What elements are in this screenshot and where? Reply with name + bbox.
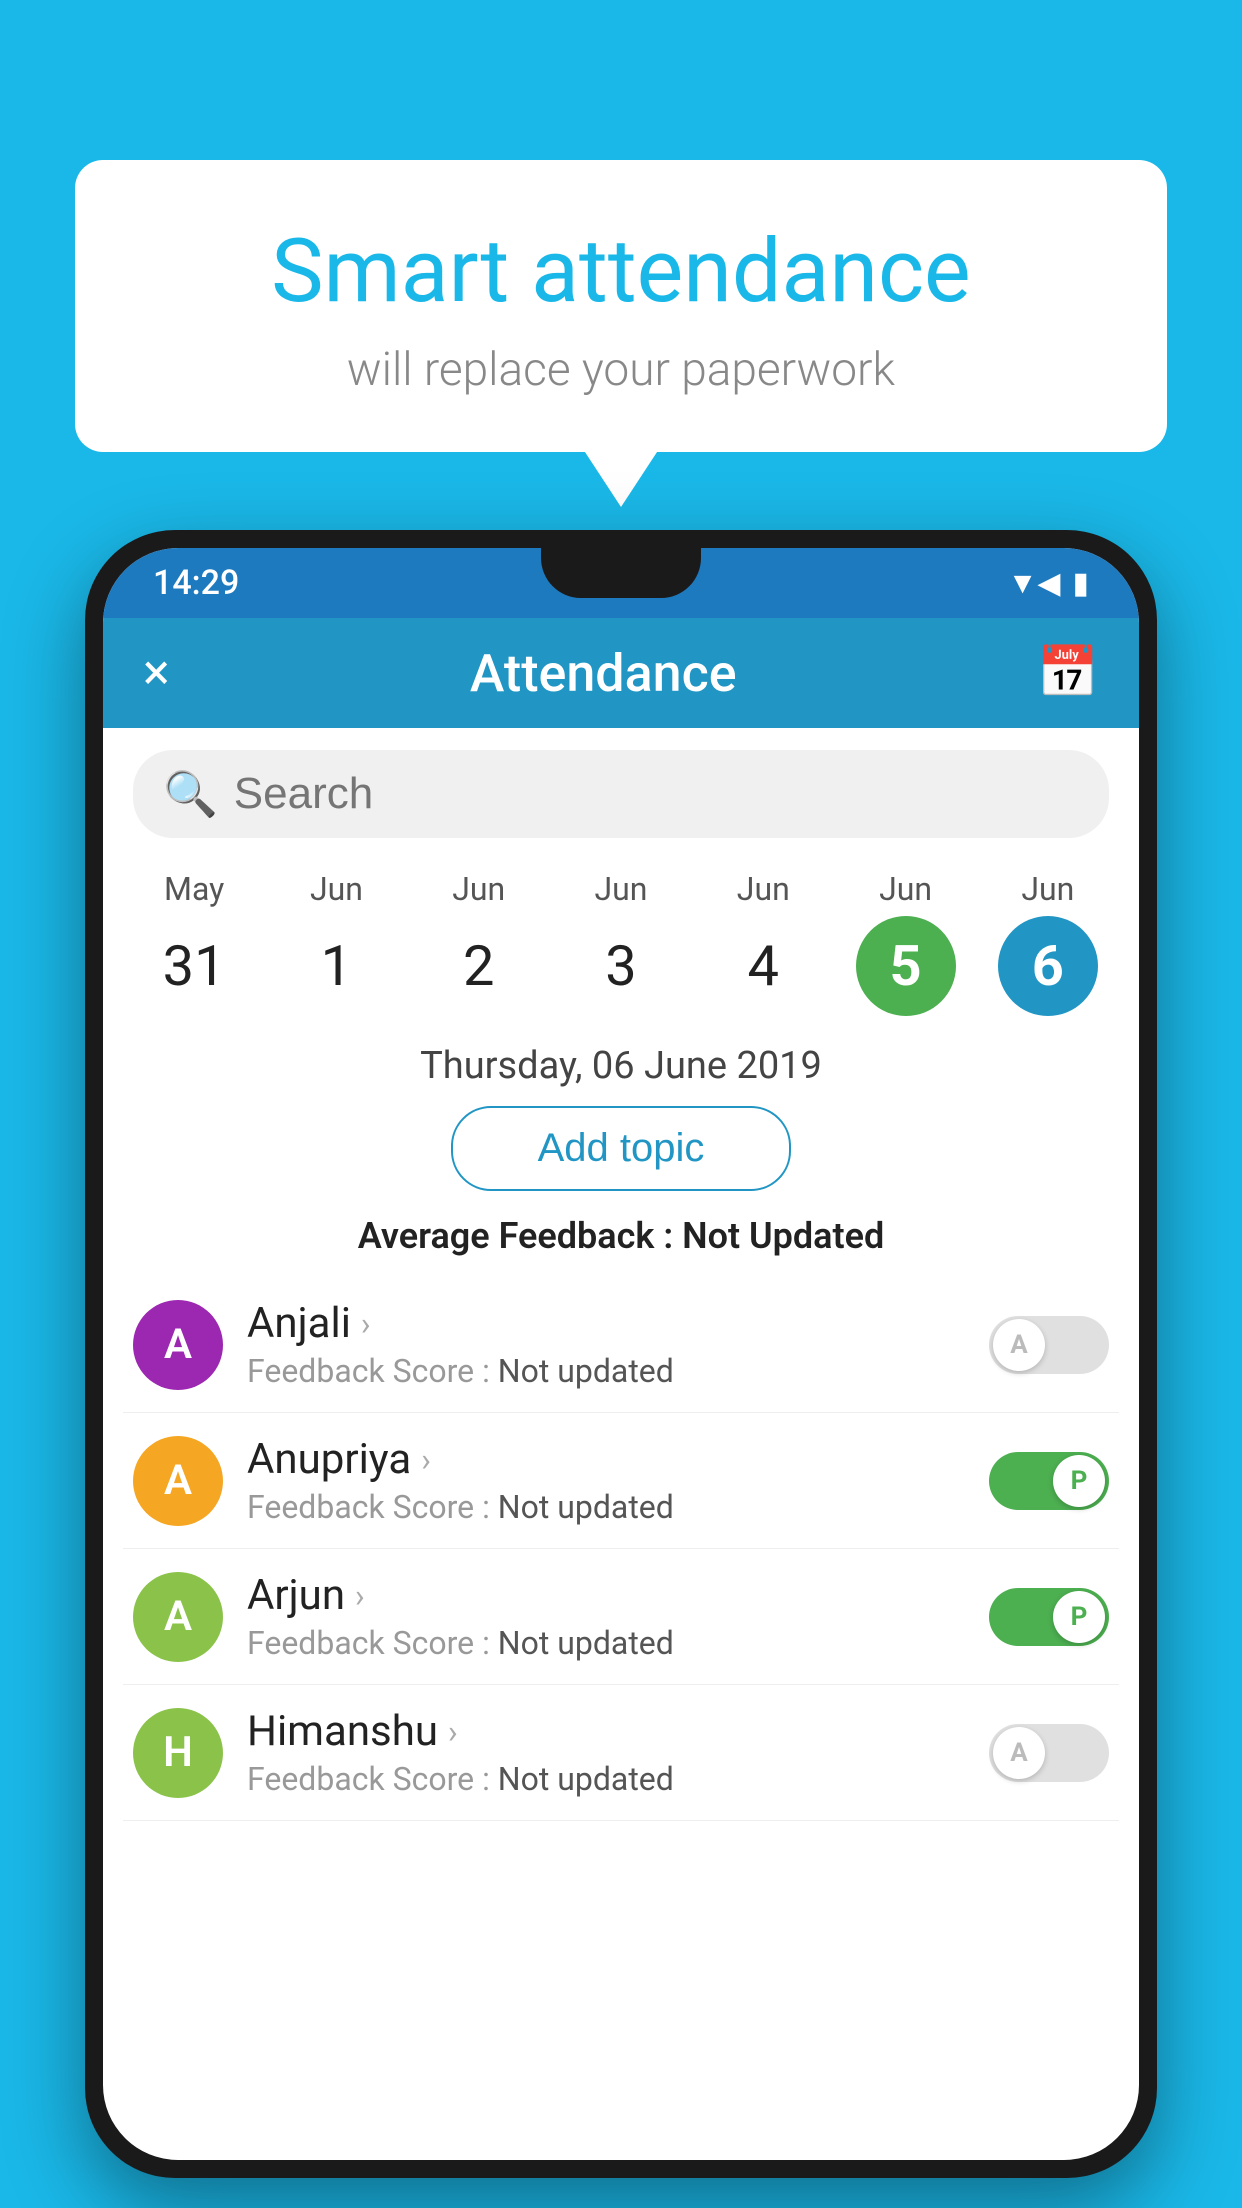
search-icon: 🔍 xyxy=(163,768,218,820)
app-bar-title: Attendance xyxy=(470,643,737,704)
cal-month-label: May xyxy=(164,870,224,908)
student-feedback: Feedback Score : Not updated xyxy=(247,1760,989,1798)
calendar-day[interactable]: Jun 4 xyxy=(698,870,828,1016)
speech-bubble-title: Smart attendance xyxy=(125,220,1117,323)
calendar-day[interactable]: Jun 5 xyxy=(841,870,971,1016)
status-icons: ▼◀ ▮ xyxy=(1008,566,1089,601)
student-name: Arjun › xyxy=(247,1571,989,1620)
cal-date-label: 31 xyxy=(144,916,244,1016)
cal-month-label: Jun xyxy=(310,870,363,908)
student-item[interactable]: AAnjali ›Feedback Score : Not updatedA xyxy=(123,1277,1119,1413)
chevron-right-icon: › xyxy=(355,1577,365,1615)
notch xyxy=(541,548,701,598)
average-feedback-label: Average Feedback : xyxy=(358,1215,682,1257)
calendar-day[interactable]: Jun 1 xyxy=(271,870,401,1016)
calendar-day[interactable]: Jun 3 xyxy=(556,870,686,1016)
cal-date-label: 3 xyxy=(571,916,671,1016)
student-info: Arjun › Feedback Score : Not updated xyxy=(247,1571,989,1662)
status-bar: 14:29 ▼◀ ▮ xyxy=(103,548,1139,618)
student-name: Anjali › xyxy=(247,1299,989,1348)
attendance-toggle[interactable]: A xyxy=(989,1316,1109,1374)
speech-bubble: Smart attendance will replace your paper… xyxy=(75,160,1167,452)
average-feedback: Average Feedback : Not Updated xyxy=(103,1215,1139,1257)
close-icon[interactable]: × xyxy=(143,644,170,702)
cal-date-label: 2 xyxy=(429,916,529,1016)
student-feedback: Feedback Score : Not updated xyxy=(247,1352,989,1390)
toggle-knob: P xyxy=(1053,1455,1105,1507)
student-item[interactable]: A Anupriya › Feedback Score : Not updated P xyxy=(123,1413,1119,1549)
student-avatar: A xyxy=(133,1572,223,1662)
student-avatar: A xyxy=(133,1300,223,1390)
app-bar: × Attendance 📅 xyxy=(103,618,1139,728)
chevron-right-icon: › xyxy=(421,1441,431,1479)
toggle-knob: A xyxy=(993,1727,1045,1779)
cal-date-label: 5 xyxy=(856,916,956,1016)
student-info: Anupriya › Feedback Score : Not updated xyxy=(247,1435,989,1526)
cal-month-label: Jun xyxy=(1021,870,1074,908)
phone-frame: 14:29 ▼◀ ▮ × Attendance 📅 🔍 May31Jun1Jun… xyxy=(85,530,1157,2178)
calendar-day[interactable]: Jun 6 xyxy=(983,870,1113,1016)
wifi-icon: ▼◀ xyxy=(1008,566,1061,601)
student-avatar: H xyxy=(133,1708,223,1798)
calendar-day[interactable]: Jun 2 xyxy=(414,870,544,1016)
cal-month-label: Jun xyxy=(452,870,505,908)
calendar-day[interactable]: May 31 xyxy=(129,870,259,1016)
student-avatar: A xyxy=(133,1436,223,1526)
cal-month-label: Jun xyxy=(595,870,648,908)
search-input[interactable] xyxy=(234,769,1079,819)
chevron-right-icon: › xyxy=(361,1305,371,1343)
speech-bubble-subtitle: will replace your paperwork xyxy=(125,343,1117,397)
calendar-icon[interactable]: 📅 xyxy=(1037,644,1099,702)
student-feedback: Feedback Score : Not updated xyxy=(247,1624,989,1662)
attendance-toggle[interactable]: P xyxy=(989,1452,1109,1510)
student-name: Anupriya › xyxy=(247,1435,989,1484)
status-time: 14:29 xyxy=(153,563,239,603)
student-item[interactable]: H Himanshu › Feedback Score : Not updatedA xyxy=(123,1685,1119,1821)
chevron-right-icon: › xyxy=(448,1713,458,1751)
student-list: AAnjali ›Feedback Score : Not updatedAAA… xyxy=(103,1277,1139,1821)
student-item[interactable]: A Arjun › Feedback Score : Not updated P xyxy=(123,1549,1119,1685)
attendance-toggle[interactable]: A xyxy=(989,1724,1109,1782)
add-topic-button[interactable]: Add topic xyxy=(451,1106,791,1191)
student-feedback: Feedback Score : Not updated xyxy=(247,1488,989,1526)
toggle-knob: A xyxy=(993,1319,1045,1371)
search-bar[interactable]: 🔍 xyxy=(133,750,1109,838)
student-name: Himanshu › xyxy=(247,1707,989,1756)
cal-date-label: 1 xyxy=(286,916,386,1016)
cal-month-label: Jun xyxy=(737,870,790,908)
calendar-strip: May 31 Jun 1 Jun 2 Jun 3 Jun 4 Jun 5 Jun 6 xyxy=(103,860,1139,1016)
cal-date-label: 4 xyxy=(713,916,813,1016)
student-info: Anjali › Feedback Score : Not updated xyxy=(247,1299,989,1390)
cal-month-label: Jun xyxy=(879,870,932,908)
average-feedback-value: Not Updated xyxy=(682,1215,884,1257)
battery-icon: ▮ xyxy=(1072,566,1089,601)
phone-screen: 14:29 ▼◀ ▮ × Attendance 📅 🔍 May31Jun1Jun… xyxy=(103,548,1139,2160)
selected-date: Thursday, 06 June 2019 xyxy=(103,1044,1139,1088)
toggle-knob: P xyxy=(1053,1591,1105,1643)
cal-date-label: 6 xyxy=(998,916,1098,1016)
attendance-toggle[interactable]: P xyxy=(989,1588,1109,1646)
student-info: Himanshu › Feedback Score : Not updated xyxy=(247,1707,989,1798)
